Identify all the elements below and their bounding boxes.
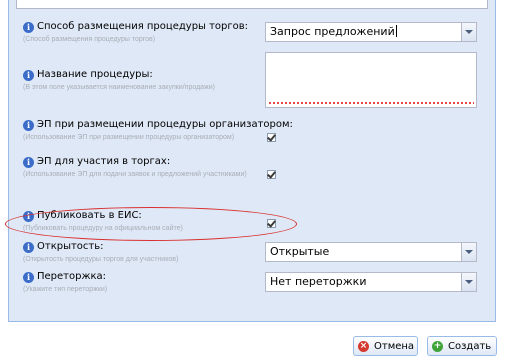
field-hint: (Открытость процедуры торгов для участни…: [23, 256, 179, 263]
cancel-icon: ×: [358, 341, 369, 352]
checkmark-icon: [267, 132, 276, 142]
dropdown-trigger[interactable]: [461, 23, 476, 41]
field-hint: (Использование ЭП при размещении процеду…: [23, 134, 235, 141]
add-icon: +: [432, 341, 443, 352]
info-icon[interactable]: i: [23, 70, 34, 81]
placement-method-value: Запрос предложений: [270, 25, 395, 38]
chevron-down-icon: [465, 30, 473, 34]
rebidding-select[interactable]: Нет переторжки: [265, 272, 477, 292]
info-icon[interactable]: i: [23, 22, 34, 33]
placement-method-select[interactable]: Запрос предложений: [265, 22, 477, 42]
field-hint: (Укажите тип переторжки): [23, 286, 108, 293]
chevron-down-icon: [465, 250, 473, 254]
rebidding-value: Нет переторжки: [270, 275, 367, 288]
create-button-label: Создать: [448, 341, 492, 352]
field-label: Название процедуры:: [37, 69, 153, 80]
ep-participation-checkbox[interactable]: [267, 169, 276, 179]
dropdown-trigger[interactable]: [461, 273, 476, 291]
ep-organizer-checkbox[interactable]: [267, 132, 276, 142]
openness-value: Открытые: [270, 245, 330, 258]
field-label: Переторжка:: [37, 271, 107, 282]
info-icon[interactable]: i: [23, 242, 34, 253]
previous-field-box[interactable]: [16, 0, 488, 9]
field-label: Открытость:: [37, 241, 104, 252]
openness-select[interactable]: Открытые: [265, 242, 477, 262]
publish-eis-checkbox[interactable]: [267, 218, 276, 228]
dropdown-trigger[interactable]: [461, 243, 476, 261]
checkmark-icon: [267, 218, 276, 228]
checkmark-icon: [267, 169, 276, 179]
cancel-button[interactable]: × Отмена: [353, 336, 418, 356]
field-label: ЭП при размещении процедуры организаторо…: [37, 119, 293, 130]
chevron-down-icon: [465, 280, 473, 284]
field-hint: (Использование ЭП для подачи заявок и пр…: [23, 171, 247, 178]
info-icon[interactable]: i: [23, 120, 34, 131]
field-hint: (В этом поле указывается наименование за…: [23, 84, 215, 91]
text-cursor: [395, 25, 397, 37]
field-label: Способ размещения процедуры торгов:: [37, 21, 249, 32]
field-label: ЭП для участия в торгах:: [37, 156, 171, 167]
field-hint: (Способ размещения процедуры торгов): [23, 36, 156, 43]
cancel-button-label: Отмена: [374, 341, 415, 352]
invalid-field-underline: [268, 102, 474, 105]
field-label: Публиковать в ЕИС:: [37, 210, 142, 221]
dialog-footer: × Отмена + Создать: [0, 322, 505, 356]
info-icon[interactable]: i: [23, 157, 34, 168]
field-hint: (Публиковать процедуру на официальном са…: [23, 225, 183, 232]
info-icon[interactable]: i: [23, 272, 34, 283]
create-button[interactable]: + Создать: [427, 336, 497, 356]
procedure-name-textarea[interactable]: [265, 52, 477, 108]
info-icon[interactable]: i: [23, 211, 34, 222]
procedure-form-panel: i Способ размещения процедуры торгов: (С…: [8, 0, 496, 322]
